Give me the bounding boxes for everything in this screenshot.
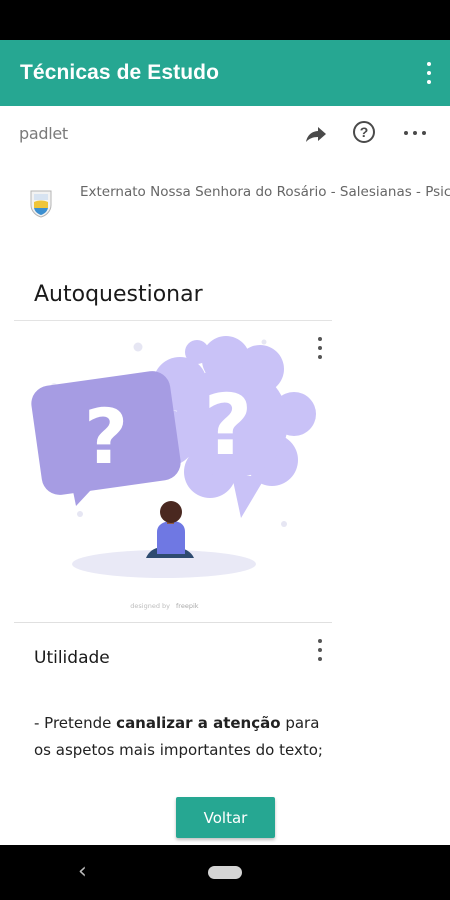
post-body-highlight: canalizar a atenção bbox=[116, 714, 281, 732]
question-mark-right: ? bbox=[204, 376, 253, 474]
post-body-prefix: - Pretende bbox=[34, 714, 117, 732]
status-bar bbox=[0, 0, 450, 40]
post-image[interactable]: ? ? designed by freepik bbox=[14, 326, 332, 620]
post-options-icon[interactable] bbox=[317, 337, 323, 359]
nav-home-pill-icon[interactable] bbox=[208, 866, 242, 879]
section-title: Autoquestionar bbox=[34, 282, 203, 307]
padlet-logo[interactable]: padlet bbox=[19, 124, 68, 143]
padlet-header: padlet ? bbox=[0, 106, 450, 162]
school-logo bbox=[30, 190, 52, 218]
app-screen: Técnicas de Estudo padlet ? Externato No… bbox=[0, 0, 450, 900]
help-icon[interactable]: ? bbox=[353, 121, 375, 143]
app-title: Técnicas de Estudo bbox=[20, 61, 220, 84]
image-credit-prefix: designed by bbox=[130, 602, 170, 610]
image-credit-brand: freepik bbox=[176, 602, 199, 610]
section-header: Autoquestionar bbox=[14, 270, 332, 321]
post-options-icon[interactable] bbox=[317, 639, 323, 661]
app-bar: Técnicas de Estudo bbox=[0, 40, 450, 106]
post-title: Utilidade bbox=[34, 648, 110, 668]
question-mark-left: ? bbox=[84, 392, 128, 481]
navigation-bar: ‹ bbox=[0, 845, 450, 900]
school-name: Externato Nossa Senhora do Rosário - Sal… bbox=[80, 184, 450, 200]
nav-back-icon[interactable]: ‹ bbox=[78, 859, 87, 884]
question-illustration: ? ? designed by freepik bbox=[31, 336, 316, 610]
back-button[interactable]: Voltar bbox=[176, 797, 275, 838]
post-divider bbox=[14, 622, 332, 623]
share-icon[interactable] bbox=[304, 122, 328, 146]
post-body: - Pretende canalizar a atenção para os a… bbox=[34, 710, 324, 764]
more-options-icon[interactable] bbox=[404, 130, 426, 136]
overflow-menu-icon[interactable] bbox=[422, 62, 436, 84]
